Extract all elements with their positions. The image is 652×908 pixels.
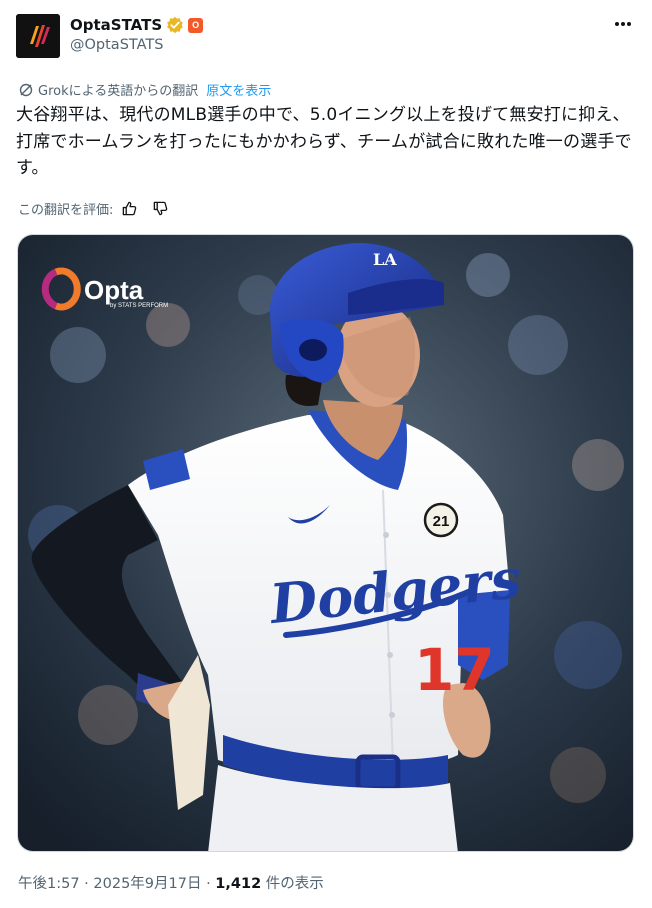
tweet-date[interactable]: 2025年9月17日 — [93, 876, 201, 892]
tweet-text: 大谷翔平は、現代のMLB選手の中で、5.0イニング以上を投げて無安打に抑え、打席… — [16, 105, 632, 178]
avatar[interactable] — [16, 14, 60, 58]
account-handle[interactable]: @OptaSTATS — [70, 37, 163, 53]
rate-translation-label: この翻訳を評価: — [18, 203, 114, 218]
opta-logo-subtext: by STATS PERFORM — [110, 303, 168, 309]
verified-badge-icon — [167, 16, 183, 34]
thumbs-down-icon[interactable] — [152, 200, 169, 217]
translation-label: Grokによる英語からの翻訳 — [38, 84, 199, 99]
translation-row: Grokによる英語からの翻訳 原文を表示 — [18, 80, 271, 99]
thumbs-up-icon[interactable] — [121, 200, 138, 217]
view-count: 1,412 — [215, 876, 262, 892]
jersey-number: 17 — [414, 636, 495, 704]
view-count-label: 件の表示 — [261, 876, 324, 892]
rate-translation-row: この翻訳を評価: — [18, 199, 169, 218]
meta-separator: · — [79, 876, 94, 892]
show-original-link[interactable]: 原文を表示 — [206, 80, 271, 99]
affiliate-badge-icon[interactable]: O — [188, 17, 204, 33]
tweet-meta: 午後1:57 · 2025年9月17日 · 1,412 件の表示 — [18, 872, 324, 893]
player-photo-illustration: Opta by STATS PERFORM 21 Dodgers 17 LA — [18, 235, 633, 851]
tweet-photo[interactable]: Opta by STATS PERFORM 21 Dodgers 17 LA — [17, 234, 634, 852]
affiliate-badge-text: O — [192, 20, 200, 30]
meta-separator-2: · — [201, 876, 216, 892]
more-options-icon[interactable] — [612, 14, 634, 34]
name-row: OptaSTATS O — [70, 15, 204, 35]
tweet-time[interactable]: 午後1:57 — [18, 876, 80, 892]
tweet-header: OptaSTATS O @OptaSTATS — [16, 12, 636, 60]
display-name[interactable]: OptaSTATS — [70, 16, 162, 34]
helmet-logo: LA — [373, 250, 397, 269]
grok-icon — [19, 83, 33, 96]
jersey-patch-number: 21 — [433, 513, 450, 530]
opta-logo-text: Opta — [84, 275, 144, 305]
